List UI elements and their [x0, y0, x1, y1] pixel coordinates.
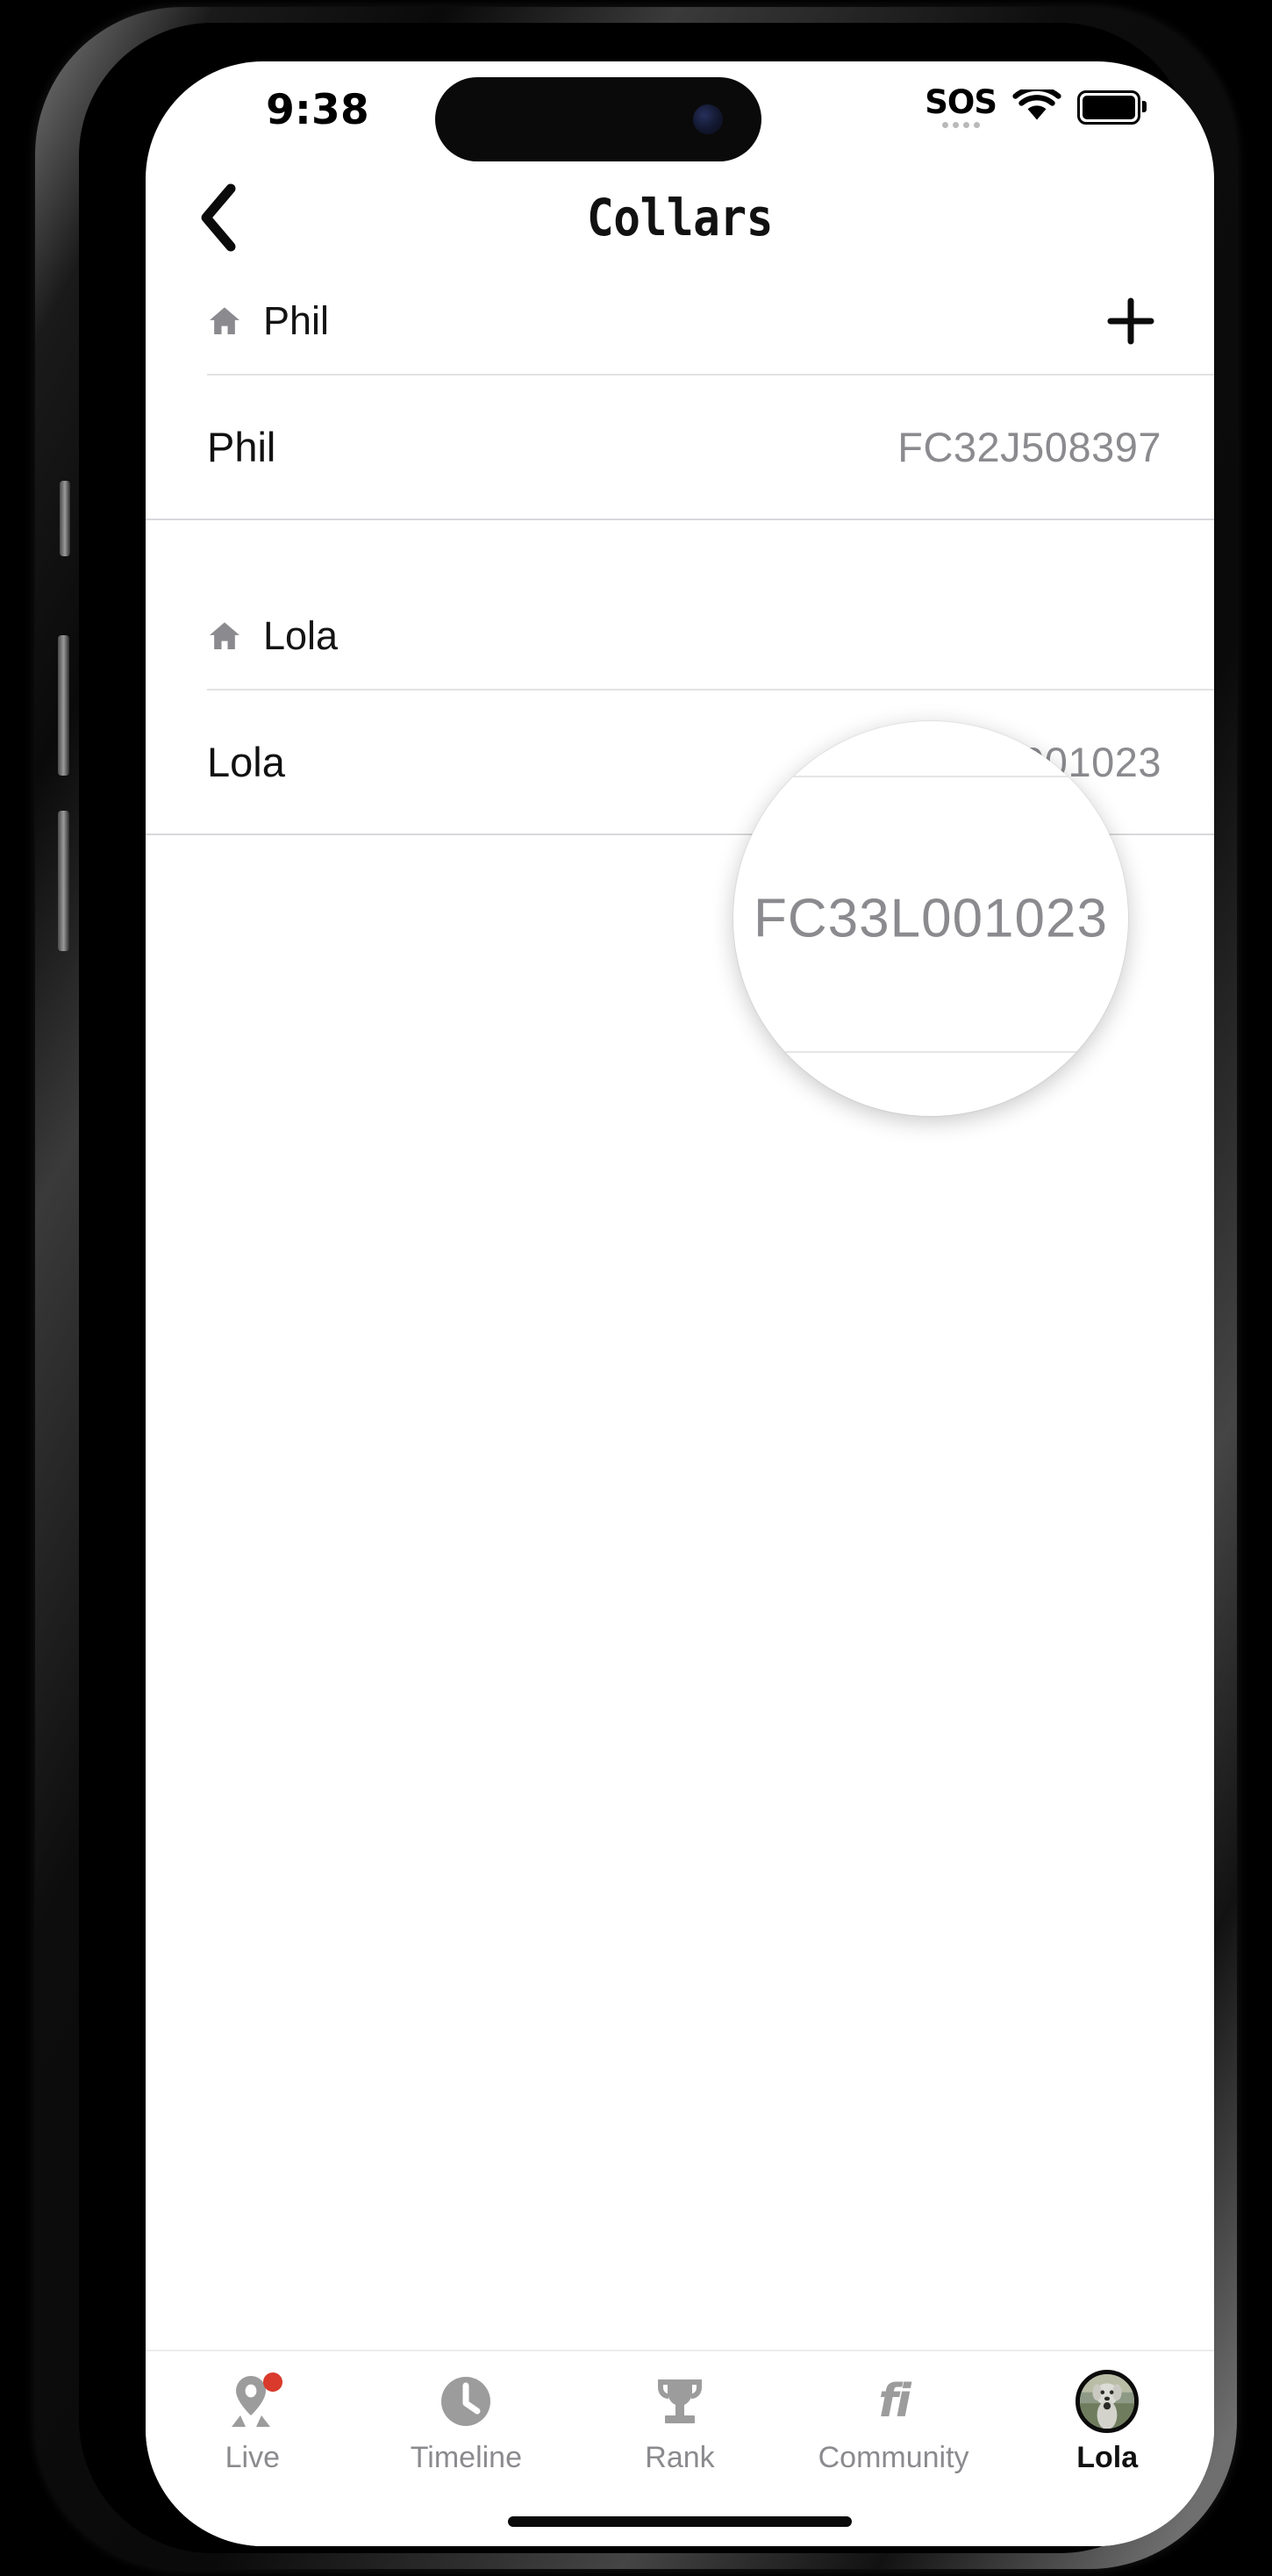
tab-timeline[interactable]: Timeline	[360, 2351, 574, 2501]
wifi-icon	[1012, 89, 1061, 120]
home-indicator[interactable]	[508, 2516, 852, 2527]
volume-up-button[interactable]	[58, 635, 69, 776]
collar-serial: FC32J508397	[897, 424, 1161, 470]
add-collar-button[interactable]	[1100, 290, 1161, 352]
tab-label: Lola	[1076, 2441, 1139, 2474]
group-spacer	[146, 520, 1214, 583]
tab-live[interactable]: Live	[146, 2351, 360, 2501]
status-bar-indicators: SOS	[925, 84, 1147, 130]
divider	[146, 519, 1214, 520]
tab-community[interactable]: fi Community	[787, 2351, 1001, 2501]
trophy-icon	[653, 2374, 707, 2429]
phone-bezel: 9:38 SOS Collars Phil Phil FC32J508397 L…	[79, 23, 1214, 2553]
fi-logo-icon: fi	[878, 2375, 911, 2428]
magnified-serial: FC33L001023	[754, 888, 1108, 949]
group-name-label: Phil	[263, 298, 330, 343]
avatar	[1075, 2370, 1140, 2433]
tab-label: Rank	[645, 2441, 715, 2474]
status-bar: 9:38 SOS	[146, 61, 1214, 165]
phone-frame: 9:38 SOS Collars Phil Phil FC32J508397 L…	[35, 7, 1237, 2569]
loupe-divider-bottom	[733, 1051, 1128, 1053]
tab-label: Community	[818, 2441, 969, 2474]
collar-name: Lola	[207, 739, 285, 785]
clock-icon	[439, 2374, 493, 2429]
group-header: Lola	[146, 583, 1214, 689]
collar-name: Phil	[207, 424, 276, 470]
tab-rank[interactable]: Rank	[573, 2351, 787, 2501]
magnifier-loupe: FC33L001023	[733, 721, 1128, 1116]
collar-group-phil: Phil Phil FC32J508397	[146, 268, 1214, 520]
map-pin-icon	[226, 2372, 282, 2429]
battery-full-icon	[1077, 89, 1147, 125]
notification-badge	[262, 2372, 282, 2392]
silent-switch[interactable]	[60, 481, 70, 556]
group-name-label: Lola	[263, 613, 339, 658]
collars-list: Phil Phil FC32J508397 Lola Lola	[146, 268, 1214, 2351]
group-header: Phil	[146, 268, 1214, 374]
tab-label: Live	[225, 2441, 280, 2474]
tab-lola-profile[interactable]: Lola	[1000, 2351, 1214, 2501]
loupe-divider-top	[733, 776, 1128, 777]
dynamic-island	[435, 77, 761, 161]
collar-row[interactable]: Phil FC32J508397	[146, 376, 1214, 519]
page-title: Collars	[586, 188, 774, 247]
signal-dots	[941, 122, 980, 128]
volume-down-button[interactable]	[58, 811, 69, 951]
home-icon	[210, 622, 239, 649]
front-camera-icon	[693, 104, 723, 134]
status-bar-time: 9:38	[266, 86, 369, 134]
bottom-tab-bar: Live Timeline Rank fi Community Lola	[146, 2350, 1214, 2546]
phone-screen: 9:38 SOS Collars Phil Phil FC32J508397 L…	[146, 61, 1214, 2546]
dog-avatar	[1075, 2370, 1140, 2433]
home-icon	[210, 307, 239, 334]
sos-indicator: SOS	[925, 86, 997, 128]
sos-label: SOS	[925, 83, 997, 121]
tab-label: Timeline	[410, 2441, 522, 2474]
plus-icon	[1107, 297, 1154, 345]
page-background: 9:38 SOS Collars Phil Phil FC32J508397 L…	[0, 0, 1272, 2576]
navigation-bar: Collars	[146, 165, 1214, 268]
